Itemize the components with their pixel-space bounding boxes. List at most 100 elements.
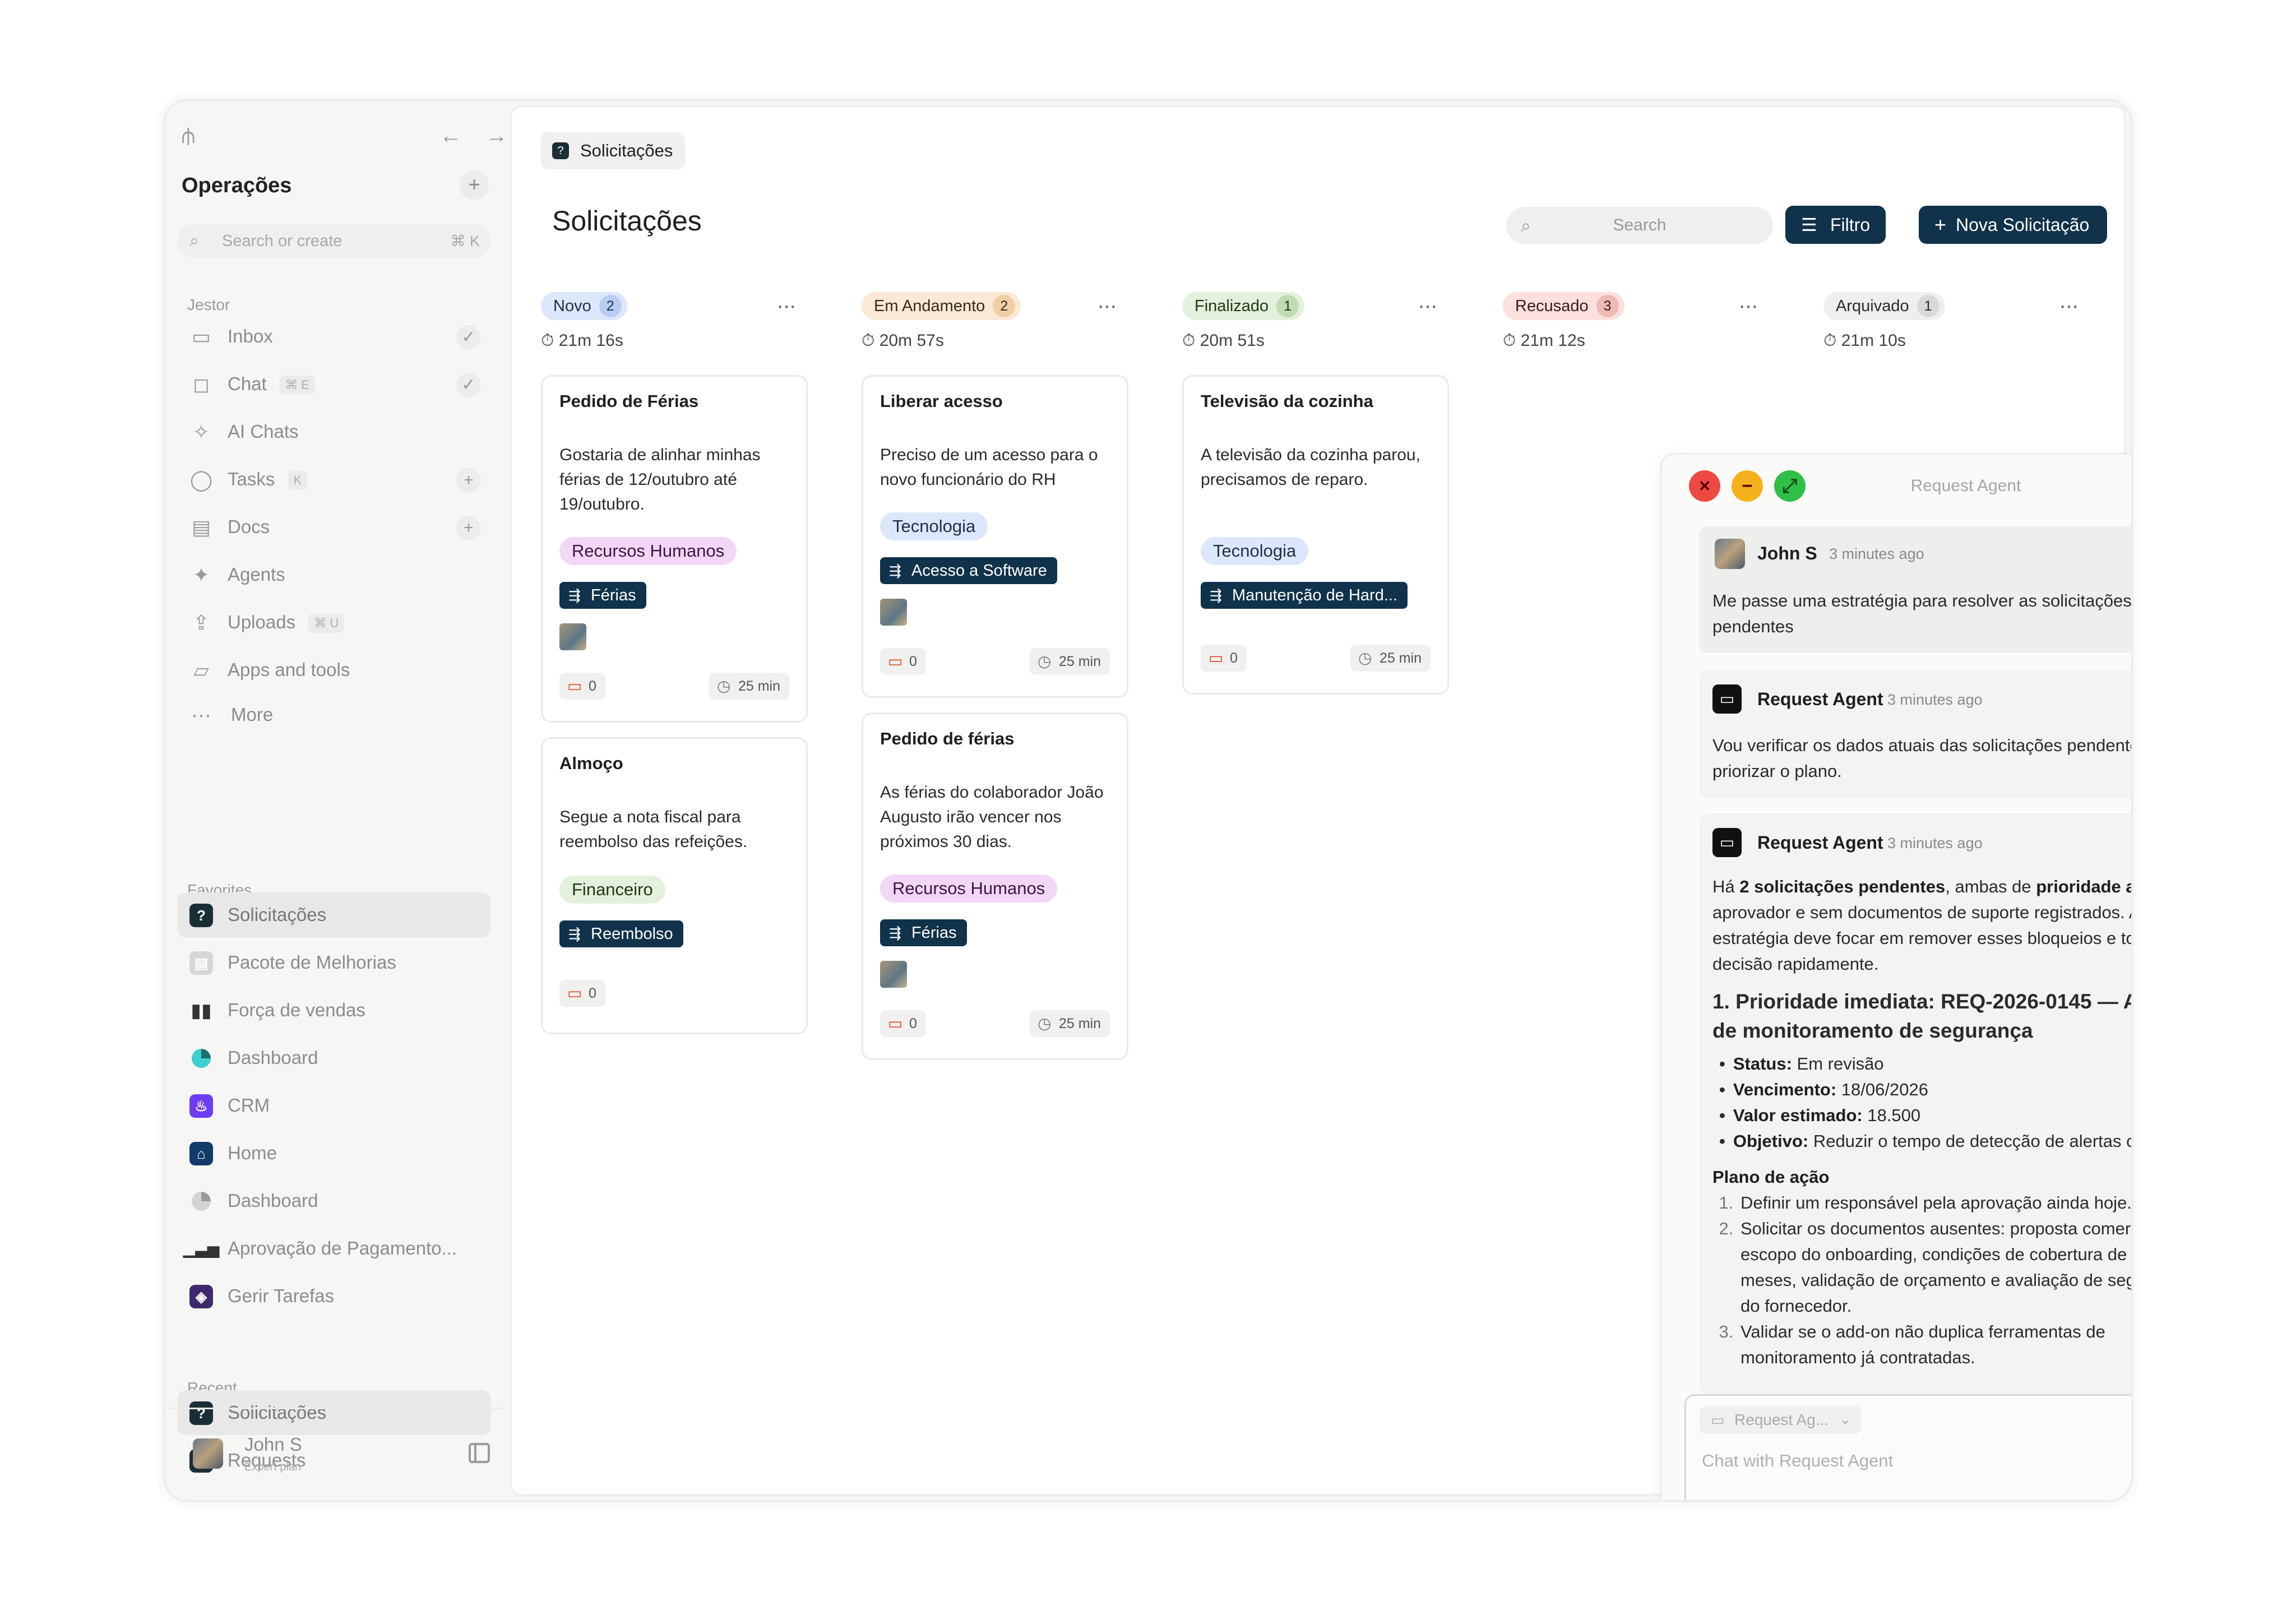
status-badge[interactable]: Arquivado 1 <box>1823 292 1945 320</box>
more-dots-icon[interactable]: ··· <box>1418 293 1438 318</box>
add-task-icon[interactable]: + <box>456 468 481 493</box>
sidebar-item-pacote-de-melhorias[interactable]: ▤ Pacote de Melhorias <box>177 940 491 985</box>
more-dots-icon[interactable]: ··· <box>2059 293 2079 318</box>
agent-message: ▭ Request Agent 3 minutes ago Há 2 solic… <box>1699 813 2131 1396</box>
breadcrumb[interactable]: ? Solicitações <box>541 132 686 169</box>
request-card[interactable]: Televisão da cozinha A televisão da cozi… <box>1182 375 1449 695</box>
avatar[interactable] <box>880 961 907 988</box>
comment-count-value: 0 <box>1230 650 1238 666</box>
user-footer: John S Expert plan <box>165 1408 507 1500</box>
column-timer: ⏱ 20m 57s <box>862 331 944 350</box>
toggle-sidebar-icon[interactable] <box>469 1443 490 1463</box>
request-card[interactable]: Liberar acesso Preciso de um acesso para… <box>862 375 1128 698</box>
filter-button[interactable]: ☰ Filtro <box>1785 206 1886 244</box>
add-workspace-item-button[interactable]: + <box>460 170 489 200</box>
status-badge[interactable]: Finalizado 1 <box>1182 292 1305 320</box>
sidebar-item-uploads[interactable]: ⇪ Uploads ⌘ U <box>177 600 491 645</box>
sidebar-item-agents[interactable]: ✦ Agents <box>177 552 491 597</box>
status-badge[interactable]: Recusado 3 <box>1503 292 1624 320</box>
search-input[interactable]: ⌕ Search <box>1506 207 1773 244</box>
category-tag[interactable]: Tecnologia <box>880 512 988 540</box>
sidebar-item-aprovacao-de-pagamento[interactable]: ▁▃▅ Aprovação de Pagamento... <box>177 1226 491 1271</box>
breadcrumb-label: Solicitações <box>580 141 673 160</box>
request-card[interactable]: Almoço Segue a nota fiscal para reembols… <box>541 737 808 1034</box>
mark-read-icon[interactable]: ✓ <box>456 373 481 397</box>
more-dots-icon[interactable]: ··· <box>776 293 797 318</box>
type-tag[interactable]: ⇶ Acesso a Software <box>880 557 1057 584</box>
text-run: , ambas de <box>1945 877 2036 896</box>
search-icon: ⌕ <box>189 232 199 250</box>
agent-selector[interactable]: ▭ Request Ag... ⌄ <box>1700 1406 1862 1434</box>
workspace-switcher-icon[interactable]: ⫛ <box>182 123 195 149</box>
category-tag[interactable]: Recursos Humanos <box>559 537 737 565</box>
duration-value: 25 min <box>738 678 780 694</box>
bar-chart-icon: ▁▃▅ <box>183 1240 220 1257</box>
comment-count[interactable]: ▭ 0 <box>559 673 605 700</box>
type-label: Férias <box>911 924 957 942</box>
more-dots-icon[interactable]: ··· <box>1097 293 1117 318</box>
sidebar-item-chat[interactable]: ◻ Chat ⌘ E ✓ <box>177 362 491 406</box>
type-tag[interactable]: ⇶ Férias <box>559 582 646 609</box>
type-tag[interactable]: ⇶ Reembolso <box>559 920 683 947</box>
timer-value: 21m 12s <box>1520 331 1585 350</box>
status-badge[interactable]: Novo 2 <box>541 292 627 320</box>
category-tag[interactable]: Recursos Humanos <box>880 874 1058 903</box>
category-tag[interactable]: Financeiro <box>559 876 665 904</box>
sidebar-item-dashboard[interactable]: Dashboard <box>177 1035 491 1080</box>
comment-count[interactable]: ▭ 0 <box>880 648 926 675</box>
filter-label: Filtro <box>1830 215 1871 235</box>
sidebar-item-inbox[interactable]: ▭ Inbox ✓ <box>177 314 491 359</box>
shortcut-badge: ⌘ U <box>308 614 345 633</box>
comment-count[interactable]: ▭ 0 <box>559 980 605 1007</box>
fact-value: 18.500 <box>1862 1105 1921 1125</box>
document-icon: ▤ <box>189 951 213 975</box>
avatar[interactable] <box>559 623 586 650</box>
comment-icon: ▭ <box>1209 649 1224 667</box>
mark-read-icon[interactable]: ✓ <box>456 325 481 350</box>
category-tag[interactable]: Tecnologia <box>1201 537 1309 565</box>
status-count: 2 <box>599 295 622 317</box>
type-label: Férias <box>591 586 636 604</box>
more-dots-icon: ⋯ <box>191 704 211 727</box>
sidebar-search-input[interactable]: ⌕ Search or create ⌘ K <box>177 224 491 258</box>
workspace-title[interactable]: Operações <box>182 174 291 198</box>
comment-icon: ▭ <box>567 677 582 695</box>
new-request-button[interactable]: + Nova Solicitação <box>1919 206 2107 244</box>
type-tag[interactable]: ⇶ Manutenção de Hard... <box>1201 582 1408 609</box>
request-card[interactable]: Pedido de férias As férias do colaborado… <box>862 712 1128 1060</box>
sidebar-item-apps-and-tools[interactable]: ▱ Apps and tools <box>177 647 491 692</box>
user-plan: Expert plan <box>244 1461 302 1473</box>
type-icon: ⇶ <box>568 926 581 942</box>
type-tag[interactable]: ⇶ Férias <box>880 919 967 946</box>
back-arrow-icon[interactable]: ← <box>439 123 462 149</box>
avatar[interactable] <box>193 1438 223 1469</box>
comment-count[interactable]: ▭ 0 <box>880 1010 926 1037</box>
more-dots-icon[interactable]: ··· <box>1738 293 1758 318</box>
sidebar-item-label: Docs <box>228 516 270 537</box>
sidebar-item-dashboard-2[interactable]: Dashboard <box>177 1178 491 1223</box>
sidebar-item-docs[interactable]: ▤ Docs + <box>177 505 491 549</box>
sidebar-item-forca-de-vendas[interactable]: ▮▮ Força de vendas <box>177 988 491 1033</box>
status-badge[interactable]: Em Andamento 2 <box>862 292 1021 320</box>
add-doc-icon[interactable]: + <box>456 516 481 540</box>
duration-value: 25 min <box>1058 654 1101 669</box>
fact-item: Status: Em revisão <box>1719 1051 2131 1077</box>
sidebar-item-more[interactable]: ⋯ More <box>177 692 491 737</box>
request-card[interactable]: Pedido de Férias Gostaria de alinhar min… <box>541 375 808 723</box>
sidebar-item-solicitacoes[interactable]: ? Solicitações <box>177 892 491 937</box>
chat-input[interactable]: Chat with Request Agent <box>1702 1451 1893 1471</box>
message-time: 3 minutes ago <box>1887 835 1983 852</box>
strategy-intro: Há 2 solicitações pendentes, ambas de pr… <box>1712 874 2131 977</box>
folder-icon: ▱ <box>193 659 209 682</box>
sidebar-item-crm[interactable]: ♨ CRM <box>177 1083 491 1128</box>
sidebar-item-home[interactable]: ⌂ Home <box>177 1131 491 1176</box>
sidebar-item-gerir-tarefas[interactable]: ◈ Gerir Tarefas <box>177 1274 491 1318</box>
timer-value: 21m 10s <box>1841 331 1906 350</box>
agent-chat-icon: ▭ <box>1712 684 1742 714</box>
avatar[interactable] <box>880 599 907 626</box>
sidebar-item-tasks[interactable]: ◯ Tasks K + <box>177 457 491 502</box>
comment-count[interactable]: ▭ 0 <box>1201 645 1247 672</box>
sidebar-item-ai-chats[interactable]: ✧ AI Chats <box>177 409 491 454</box>
layers-icon: ◈ <box>189 1285 213 1308</box>
forward-arrow-icon[interactable]: → <box>485 123 508 149</box>
